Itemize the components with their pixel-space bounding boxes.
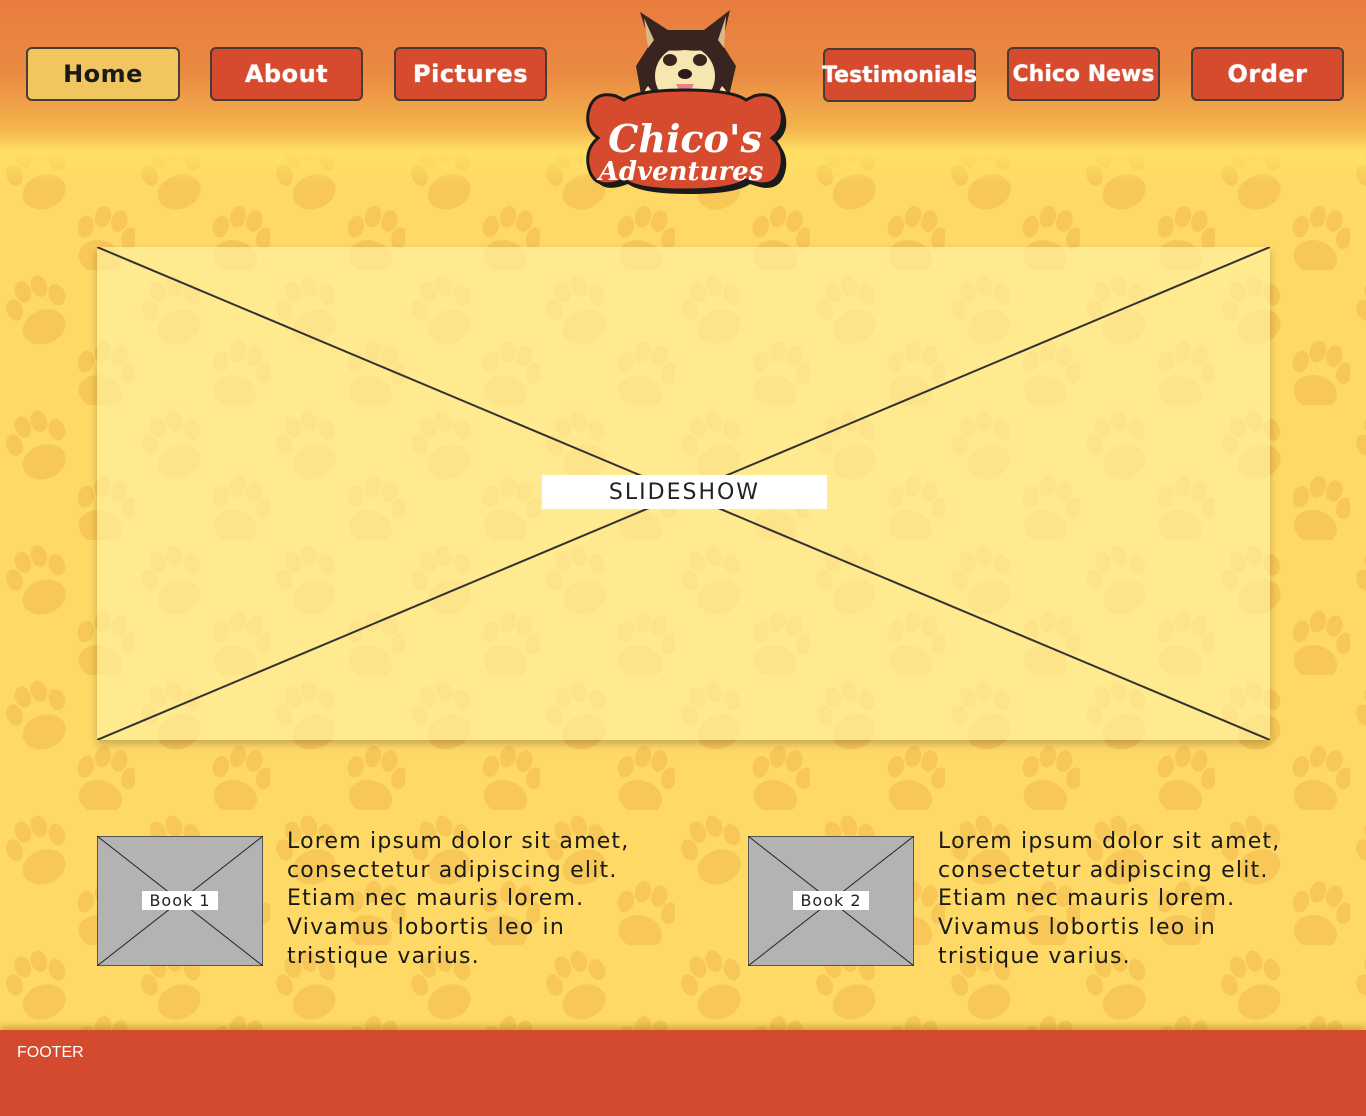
footer: FOOTER [0, 1030, 1366, 1116]
slideshow-placeholder[interactable]: SLIDESHOW [97, 247, 1270, 740]
logo-subtitle-text: Adventures [596, 157, 764, 187]
logo-title-text: Chico's [608, 116, 762, 161]
book-2-label: Book 2 [793, 891, 869, 910]
book-1-description: Lorem ipsum dolor sit amet, consectetur … [287, 829, 630, 969]
nav-testimonials-button[interactable]: Testimonials [822, 48, 977, 102]
book-1-image-placeholder[interactable]: Book 1 [97, 836, 263, 966]
nav-chico-news-button[interactable]: Chico News [1007, 47, 1160, 101]
chicos-adventures-logo[interactable]: Chico's Adventures [578, 4, 792, 226]
book-1-label: Book 1 [142, 891, 218, 910]
nav-order-button[interactable]: Order [1191, 47, 1344, 101]
book-2-image-placeholder[interactable]: Book 2 [748, 836, 914, 966]
nav-pictures-button[interactable]: Pictures [394, 47, 547, 101]
nav-about-button[interactable]: About [210, 47, 363, 101]
bone-badge: Chico's Adventures [586, 88, 787, 194]
book-2-description: Lorem ipsum dolor sit amet, consectetur … [938, 829, 1281, 969]
footer-label: FOOTER [17, 1044, 84, 1061]
nav-home-button[interactable]: Home [26, 47, 180, 101]
slideshow-label: SLIDESHOW [542, 475, 827, 509]
